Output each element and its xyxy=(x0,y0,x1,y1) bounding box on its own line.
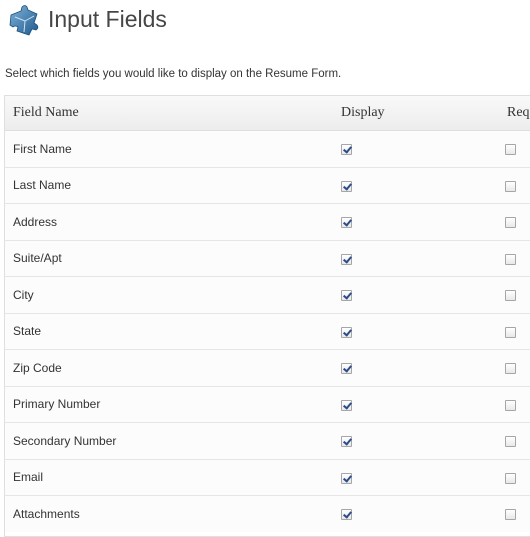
field-name-cell: Email xyxy=(5,458,333,496)
display-checkbox[interactable] xyxy=(341,509,352,521)
display-cell xyxy=(333,385,499,423)
display-cell xyxy=(333,130,499,167)
table-header-row: Field Name Display Req xyxy=(5,96,530,131)
page-header: Input Fields xyxy=(0,0,530,42)
page-title: Input Fields xyxy=(48,6,167,32)
display-cell xyxy=(333,312,499,350)
display-checkbox[interactable] xyxy=(341,144,352,156)
field-name-cell: Primary Number xyxy=(5,385,333,423)
display-checkbox[interactable] xyxy=(341,472,352,484)
required-checkbox[interactable] xyxy=(505,436,516,448)
required-checkbox[interactable] xyxy=(505,290,516,302)
required-checkbox[interactable] xyxy=(505,326,516,338)
field-name-cell: Address xyxy=(5,203,333,240)
field-name-cell: Secondary Number xyxy=(5,422,333,459)
table-row: State xyxy=(5,312,530,350)
required-cell xyxy=(499,130,530,167)
column-header-required: Req xyxy=(499,96,530,131)
display-checkbox[interactable] xyxy=(341,290,352,302)
required-cell xyxy=(499,458,530,496)
required-cell xyxy=(499,349,530,386)
required-cell xyxy=(499,312,530,350)
required-cell xyxy=(499,422,530,459)
field-name-cell: Suite/Apt xyxy=(5,239,333,277)
display-checkbox[interactable] xyxy=(341,399,352,411)
field-name-cell: State xyxy=(5,312,333,350)
field-name-cell: Last Name xyxy=(5,166,333,204)
required-checkbox[interactable] xyxy=(505,253,516,265)
field-name-cell: Zip Code xyxy=(5,349,333,386)
required-checkbox[interactable] xyxy=(505,217,516,229)
table-row: First Name xyxy=(5,130,530,167)
display-checkbox[interactable] xyxy=(341,217,352,229)
required-checkbox[interactable] xyxy=(505,509,516,521)
display-checkbox[interactable] xyxy=(341,180,352,192)
required-cell xyxy=(499,203,530,240)
display-cell xyxy=(333,458,499,496)
required-cell xyxy=(499,495,530,532)
display-cell xyxy=(333,203,499,240)
required-cell xyxy=(499,385,530,423)
input-fields-table: Field Name Display Req First Name Last Na… xyxy=(4,95,530,537)
table-row: Last Name xyxy=(5,166,530,204)
table-row: Attachments xyxy=(5,495,530,532)
display-checkbox[interactable] xyxy=(341,436,352,448)
required-checkbox[interactable] xyxy=(505,144,516,156)
display-checkbox[interactable] xyxy=(341,253,352,265)
required-cell xyxy=(499,166,530,204)
table-row: Address xyxy=(5,203,530,240)
field-name-cell: Attachments xyxy=(5,495,333,532)
table-row: City xyxy=(5,276,530,313)
display-checkbox[interactable] xyxy=(341,363,352,375)
display-cell xyxy=(333,166,499,204)
field-name-cell: City xyxy=(5,276,333,313)
display-cell xyxy=(333,422,499,459)
display-cell xyxy=(333,495,499,532)
display-cell xyxy=(333,276,499,313)
display-cell xyxy=(333,239,499,277)
puzzle-piece-icon xyxy=(7,3,41,37)
table-row: Email xyxy=(5,458,530,496)
table-row: Suite/Apt xyxy=(5,239,530,277)
form-description: Select which fields you would like to di… xyxy=(5,68,342,80)
required-cell xyxy=(499,239,530,277)
table-row: Secondary Number xyxy=(5,422,530,459)
required-cell xyxy=(499,276,530,313)
table-row: Zip Code xyxy=(5,349,530,386)
column-header-display: Display xyxy=(333,96,499,131)
required-checkbox[interactable] xyxy=(505,180,516,192)
table-row: Primary Number xyxy=(5,385,530,423)
field-name-cell: First Name xyxy=(5,130,333,167)
display-cell xyxy=(333,349,499,386)
required-checkbox[interactable] xyxy=(505,399,516,411)
column-header-field-name: Field Name xyxy=(5,96,333,131)
display-checkbox[interactable] xyxy=(341,326,352,338)
required-checkbox[interactable] xyxy=(505,363,516,375)
required-checkbox[interactable] xyxy=(505,472,516,484)
